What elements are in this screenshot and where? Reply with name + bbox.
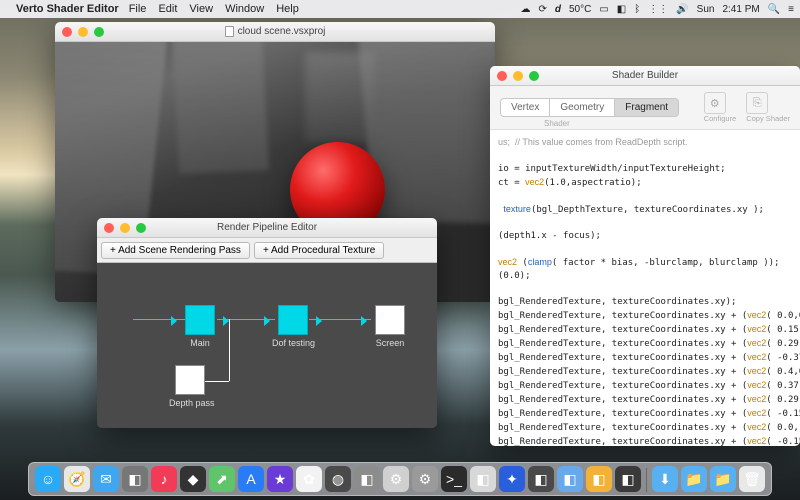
node-label: Screen: [369, 338, 411, 348]
menu-file[interactable]: File: [129, 3, 147, 15]
dock-app-preferences[interactable]: ⚙: [412, 466, 438, 492]
shader-code-editor[interactable]: us; // This value comes from ReadDepth s…: [490, 130, 800, 446]
notification-center-icon[interactable]: ≡: [788, 4, 794, 15]
add-procedural-texture-button[interactable]: Add Procedural Texture: [254, 242, 384, 259]
close-icon[interactable]: [497, 71, 507, 81]
cloud-icon[interactable]: ☁: [520, 4, 530, 15]
shader-section-label: Shader: [544, 119, 570, 128]
dock-app-photos[interactable]: ✿: [296, 466, 322, 492]
dock-app-maps[interactable]: ⬈: [209, 466, 235, 492]
pipeline-window-title: Render Pipeline Editor: [217, 222, 317, 233]
scene-geometry: [305, 52, 375, 142]
close-icon[interactable]: [104, 223, 114, 233]
pipeline-node-dof[interactable]: Dof testing: [272, 305, 314, 348]
clock-day[interactable]: Sun: [697, 4, 715, 15]
clock-time[interactable]: 2:41 PM: [722, 4, 759, 15]
configure-label: Configure: [704, 114, 737, 123]
dock-app-folder-1[interactable]: 📁: [681, 466, 707, 492]
dock-app-tool-2[interactable]: ◧: [354, 466, 380, 492]
pipeline-node-main[interactable]: Main: [179, 305, 221, 348]
letter-d-icon[interactable]: d: [555, 4, 561, 15]
pipeline-wire: [229, 319, 230, 381]
display-icon[interactable]: ◧: [617, 4, 626, 15]
menu-window[interactable]: Window: [225, 3, 264, 15]
dock-app-tool-8[interactable]: ◧: [615, 466, 641, 492]
scene-window-titlebar[interactable]: cloud scene.vsxproj: [55, 22, 495, 42]
dock-app-folder-2[interactable]: 📁: [710, 466, 736, 492]
tab-vertex[interactable]: Vertex: [501, 99, 550, 116]
dock-app-tool-1[interactable]: ◍: [325, 466, 351, 492]
tab-geometry[interactable]: Geometry: [550, 99, 615, 116]
dock-app-trash[interactable]: 🗑: [739, 466, 765, 492]
configure-button[interactable]: ⚙: [704, 92, 726, 114]
scene-window-title: cloud scene.vsxproj: [238, 26, 326, 37]
shader-builder-window: Shader Builder Vertex Geometry Fragment …: [490, 66, 800, 446]
dock-app-finder[interactable]: ☺: [35, 466, 61, 492]
shader-window-titlebar[interactable]: Shader Builder: [490, 66, 800, 86]
minimize-icon[interactable]: [513, 71, 523, 81]
dock-app-tool-6[interactable]: ◧: [557, 466, 583, 492]
dock-app-tool-7[interactable]: ◧: [586, 466, 612, 492]
menu-view[interactable]: View: [189, 3, 213, 15]
volume-icon[interactable]: 🔊: [676, 4, 688, 15]
pipeline-window-titlebar[interactable]: Render Pipeline Editor: [97, 218, 437, 238]
dock-app-tool-5[interactable]: ◧: [528, 466, 554, 492]
scene-geometry: [171, 42, 269, 174]
dock-app-terminal[interactable]: >_: [441, 466, 467, 492]
menu-edit[interactable]: Edit: [158, 3, 177, 15]
dock-app-appstore[interactable]: A: [238, 466, 264, 492]
minimize-icon[interactable]: [78, 27, 88, 37]
pipeline-node-depth[interactable]: Depth pass: [169, 365, 211, 408]
dock-app-music[interactable]: ♪: [151, 466, 177, 492]
menu-help[interactable]: Help: [276, 3, 299, 15]
dock-app-tool-3[interactable]: ⚙: [383, 466, 409, 492]
dock-app-app-dark[interactable]: ◆: [180, 466, 206, 492]
pipeline-wire: [133, 319, 185, 320]
dock-app-imovie[interactable]: ★: [267, 466, 293, 492]
node-label: Depth pass: [169, 398, 211, 408]
dock-app-safari[interactable]: 🧭: [64, 466, 90, 492]
shader-toolbar: Vertex Geometry Fragment Shader ⚙ Config…: [490, 86, 800, 130]
dock-separator: [646, 468, 647, 492]
dock: ☺🧭✉◧♪◆⬈A★✿◍◧⚙⚙>_◧✦◧◧◧◧⬇📁📁🗑: [0, 462, 800, 496]
zoom-icon[interactable]: [94, 27, 104, 37]
copy-shader-label: Copy Shader: [746, 114, 790, 123]
app-name[interactable]: Verto Shader Editor: [16, 3, 119, 15]
spotlight-icon[interactable]: 🔍: [768, 4, 780, 15]
node-label: Main: [179, 338, 221, 348]
shader-tab-segment: Vertex Geometry Fragment: [500, 98, 679, 117]
tv-icon[interactable]: ▭: [599, 4, 608, 15]
pipeline-graph-canvas[interactable]: Main Dof testing Screen Depth pass: [97, 263, 437, 428]
zoom-icon[interactable]: [529, 71, 539, 81]
dock-app-tool-4[interactable]: ◧: [470, 466, 496, 492]
copy-shader-button[interactable]: ⎘: [746, 92, 768, 114]
pipeline-toolbar: Add Scene Rendering Pass Add Procedural …: [97, 238, 437, 263]
zoom-icon[interactable]: [136, 223, 146, 233]
dock-app-app-blue[interactable]: ✦: [499, 466, 525, 492]
add-scene-rendering-pass-button[interactable]: Add Scene Rendering Pass: [101, 242, 250, 259]
menubar-status: ☁ ⟳ d 50°C ▭ ◧ ᛒ ⋮⋮ 🔊 Sun 2:41 PM 🔍 ≡: [520, 4, 794, 15]
tab-fragment[interactable]: Fragment: [615, 99, 678, 116]
sync-icon[interactable]: ⟳: [538, 4, 546, 15]
close-icon[interactable]: [62, 27, 72, 37]
pipeline-node-screen[interactable]: Screen: [369, 305, 411, 348]
minimize-icon[interactable]: [120, 223, 130, 233]
wifi-icon[interactable]: ⋮⋮: [648, 4, 668, 15]
dock-container: ☺🧭✉◧♪◆⬈A★✿◍◧⚙⚙>_◧✦◧◧◧◧⬇📁📁🗑: [28, 462, 772, 496]
temperature-indicator[interactable]: 50°C: [569, 4, 591, 15]
dock-app-app-gray[interactable]: ◧: [122, 466, 148, 492]
menubar: Verto Shader Editor File Edit View Windo…: [0, 0, 800, 18]
dock-app-folder-downloads[interactable]: ⬇: [652, 466, 678, 492]
document-icon: [225, 26, 234, 37]
node-label: Dof testing: [272, 338, 314, 348]
shader-window-title: Shader Builder: [612, 70, 678, 81]
dock-app-mail[interactable]: ✉: [93, 466, 119, 492]
render-pipeline-window: Render Pipeline Editor Add Scene Renderi…: [97, 218, 437, 428]
bluetooth-icon[interactable]: ᛒ: [634, 4, 640, 15]
